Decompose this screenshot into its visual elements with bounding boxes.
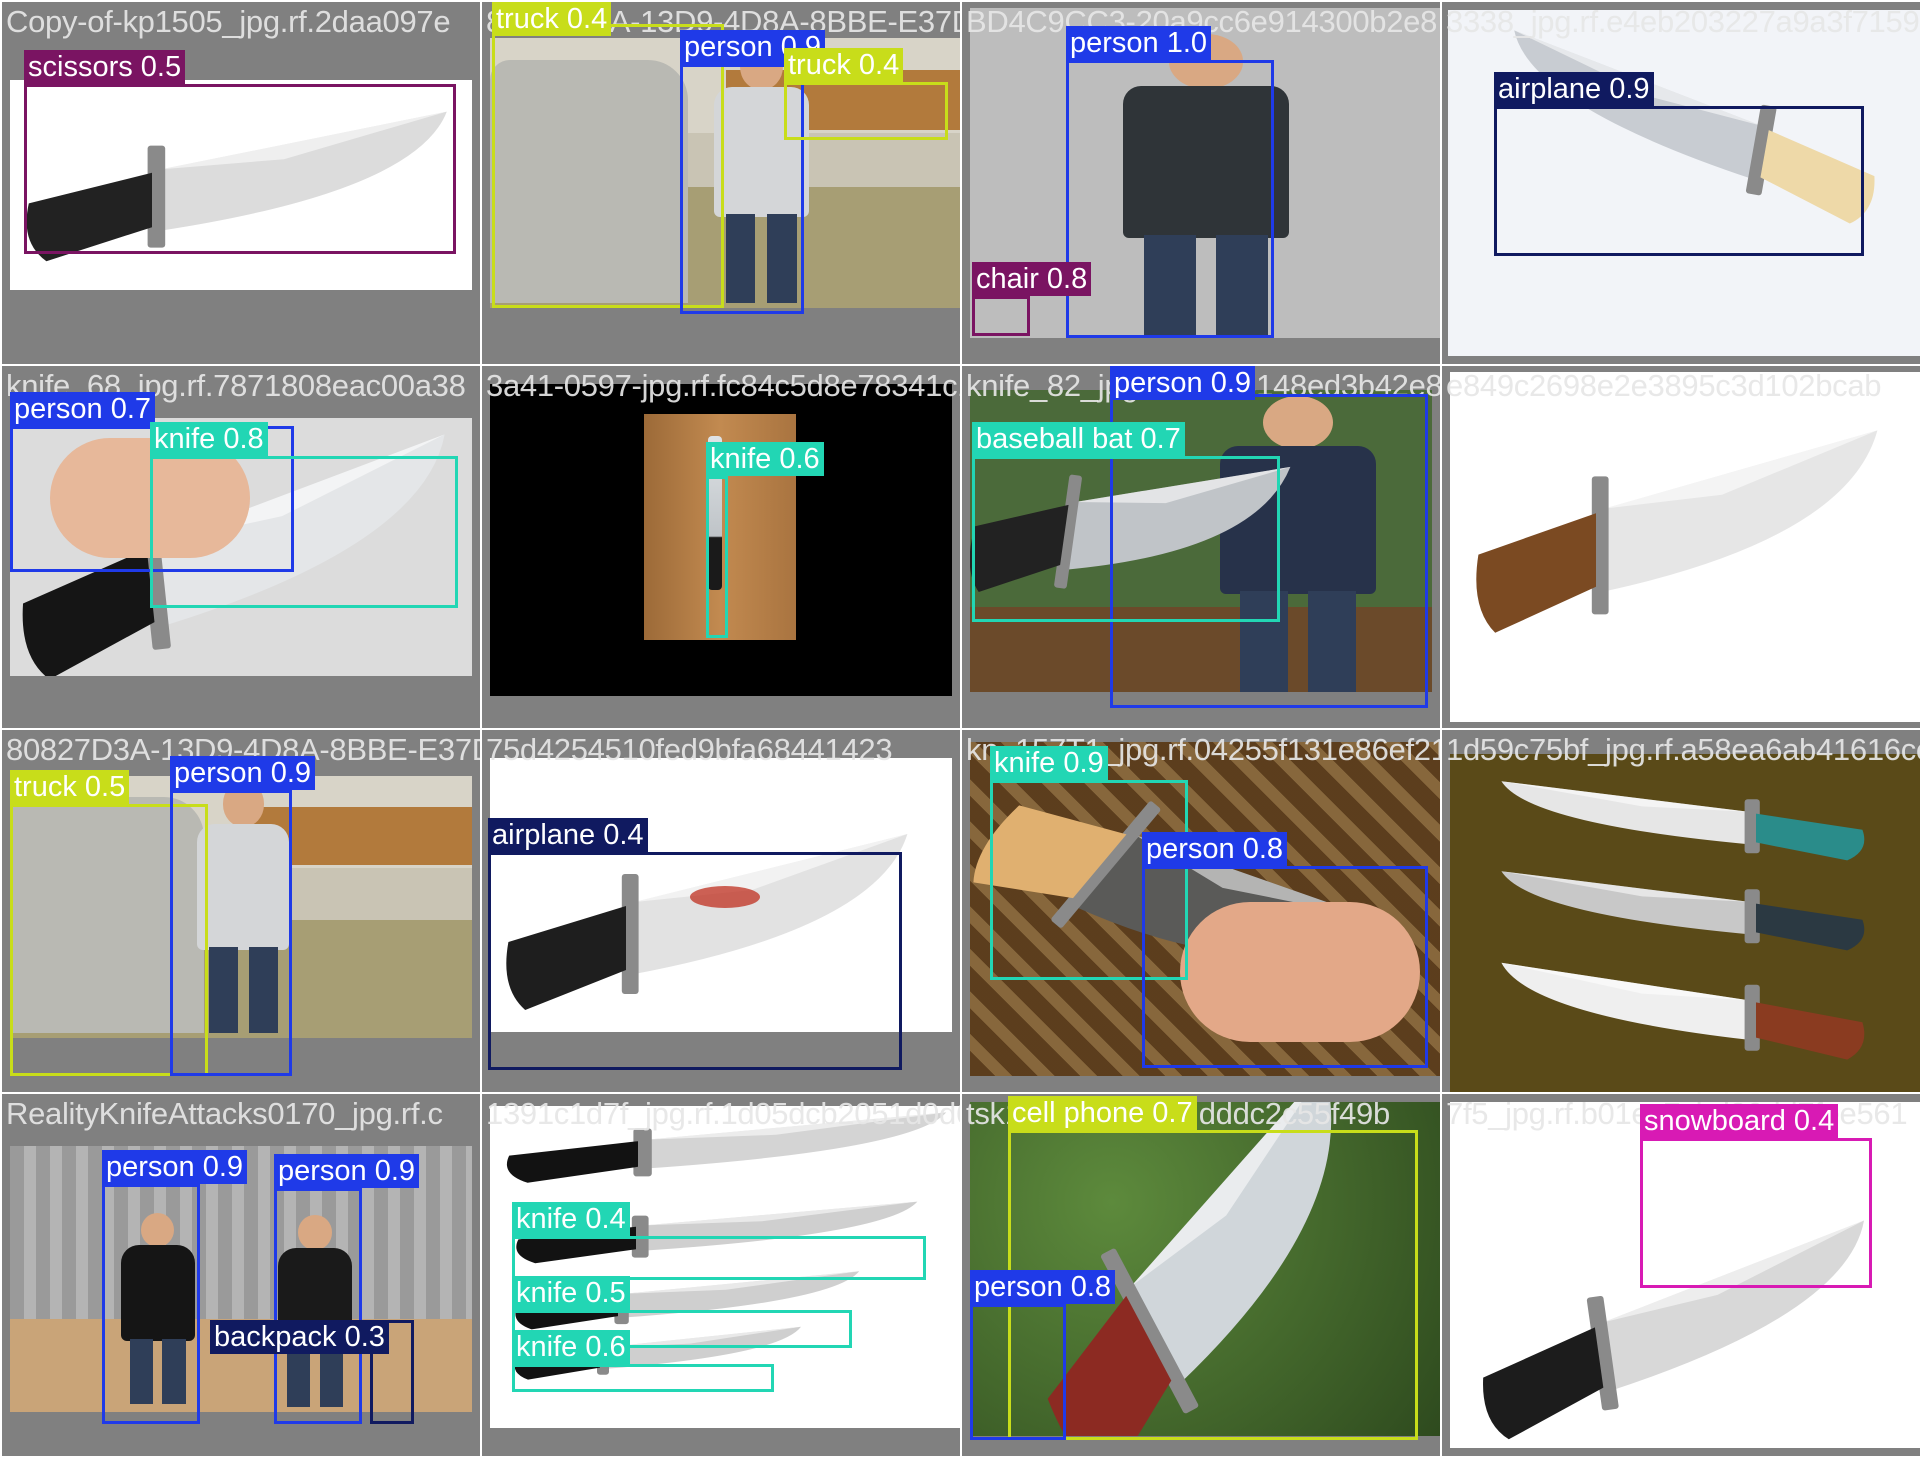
detection-label: person 0.8 xyxy=(1142,832,1288,866)
detection-label: chair 0.8 xyxy=(972,262,1092,296)
tile-photo xyxy=(1450,754,1920,1092)
tile-photo xyxy=(1450,372,1920,722)
tile-filename: Copy-of-kp1505_jpg.rf.2daa097e xyxy=(6,4,451,39)
mosaic-tile: tsk1_jpg.rf.7744ddddc2c55f49bcell phone … xyxy=(962,1094,1440,1456)
detection-label: snowboard 0.4 xyxy=(1640,1104,1839,1138)
bounding-box xyxy=(1494,106,1864,256)
detection-label: knife 0.4 xyxy=(512,1202,630,1236)
detection-label: knife 0.6 xyxy=(706,442,824,476)
bounding-box xyxy=(1142,866,1428,1068)
tile-filename: 1d59c75bf_jpg.rf.a58ea6ab41616cee6 xyxy=(1446,732,1920,767)
detection-label: baseball bat 0.7 xyxy=(972,422,1185,456)
knife-icon xyxy=(1490,864,1870,959)
detection-label: person 1.0 xyxy=(1066,26,1212,60)
mosaic-tile: 3a41-0597-jpg.rf.fc84c5d8e78341c1 knife 0… xyxy=(482,366,960,728)
mosaic-tile: kn_157T1_jpg.rf.04255f131e86ef21 knife 0.… xyxy=(962,730,1440,1092)
bounding-box xyxy=(784,82,948,140)
knife-icon xyxy=(1470,412,1890,647)
tile-filename: 3338_jpg.rf.e4eb203227a9a3f7159 xyxy=(1446,4,1920,39)
mosaic-tile: 80827D3A-13D9-4D8A-8BBE-E37D49 truck 0.5 p… xyxy=(2,730,480,1092)
mosaic-tile: Copy-of-kp1505_jpg.rf.2daa097e scissors 0… xyxy=(2,2,480,364)
detection-label: knife 0.6 xyxy=(512,1330,630,1364)
bounding-box xyxy=(970,1304,1066,1440)
detection-label: person 0.8 xyxy=(970,1270,1116,1304)
mosaic-tile: knife_82_jpg.rf.c57a3148ed3b42e8person 0… xyxy=(962,366,1440,728)
bounding-box xyxy=(488,852,902,1070)
detection-label: person 0.7 xyxy=(10,392,156,426)
bounding-box xyxy=(102,1184,200,1424)
detection-label: cell phone 0.7 xyxy=(1008,1096,1197,1130)
mosaic-tile: 7f5_jpg.rf.b01ec7cbd30dd7fee561snowboard… xyxy=(1442,1094,1920,1456)
mosaic-tile: knife_68_jpg.rf.7871808eac00a38 person 0.… xyxy=(2,366,480,728)
bounding-box xyxy=(706,476,728,638)
detection-label: person 0.9 xyxy=(1110,366,1256,400)
bounding-box xyxy=(24,84,456,254)
bounding-box xyxy=(150,456,458,608)
tile-filename: 75d4254510fed9bfa68441423 xyxy=(486,732,893,767)
tile-filename: 1391c1d7f_jpg.rf.1d05dcb2051d0d66dc45 xyxy=(486,1096,960,1131)
detection-label: airplane 0.9 xyxy=(1494,72,1654,106)
bounding-box xyxy=(972,296,1030,336)
mosaic-tile: e849c2698e2e3895c3d102bcab xyxy=(1442,366,1920,728)
detection-label: person 0.9 xyxy=(274,1154,420,1188)
tile-filename: 3a41-0597-jpg.rf.fc84c5d8e78341c1 xyxy=(486,368,960,403)
bounding-box xyxy=(512,1236,926,1280)
detection-label: scissors 0.5 xyxy=(24,50,186,84)
bounding-box xyxy=(170,790,292,1076)
detection-label: airplane 0.4 xyxy=(488,818,648,852)
detection-label: truck 0.4 xyxy=(784,48,904,82)
detection-label: knife 0.9 xyxy=(990,746,1108,780)
mosaic-tile: BD4C9CC3-20a9cc6e914300b2e8 person 1.0 cha… xyxy=(962,2,1440,364)
detection-label: knife 0.8 xyxy=(150,422,268,456)
bounding-box xyxy=(274,1188,362,1424)
mosaic-tile: 80827D3A-13D9-4D8A-8BBE-E37D49 truck 0.4 p… xyxy=(482,2,960,364)
mosaic-tile: 75d4254510fed9bfa68441423 airplane 0.4 xyxy=(482,730,960,1092)
bounding-box xyxy=(1066,60,1274,338)
bounding-box xyxy=(1640,1138,1872,1288)
mosaic-tile: 1d59c75bf_jpg.rf.a58ea6ab41616cee6 xyxy=(1442,730,1920,1092)
knife-icon xyxy=(1490,774,1870,869)
bounding-box xyxy=(972,456,1280,622)
mosaic-grid: Copy-of-kp1505_jpg.rf.2daa097e scissors 0… xyxy=(0,0,1920,1464)
mosaic-tile: RealityKnifeAttacks0170_jpg.rf.cperson 0… xyxy=(2,1094,480,1456)
detection-label: truck 0.4 xyxy=(492,2,612,36)
mosaic-tile: 3338_jpg.rf.e4eb203227a9a3f7159 airplane … xyxy=(1442,2,1920,364)
detection-label: backpack 0.3 xyxy=(210,1320,389,1354)
detection-label: knife 0.5 xyxy=(512,1276,630,1310)
tile-filename: RealityKnifeAttacks0170_jpg.rf.c xyxy=(6,1096,443,1131)
tile-filename: e849c2698e2e3895c3d102bcab xyxy=(1446,368,1882,403)
detection-label: person 0.9 xyxy=(102,1150,248,1184)
detection-label: person 0.9 xyxy=(170,756,316,790)
knife-icon xyxy=(1490,954,1870,1069)
detection-label: truck 0.5 xyxy=(10,770,130,804)
bounding-box xyxy=(512,1364,774,1392)
mosaic-tile: 1391c1d7f_jpg.rf.1d05dcb2051d0d66dc45kni… xyxy=(482,1094,960,1456)
